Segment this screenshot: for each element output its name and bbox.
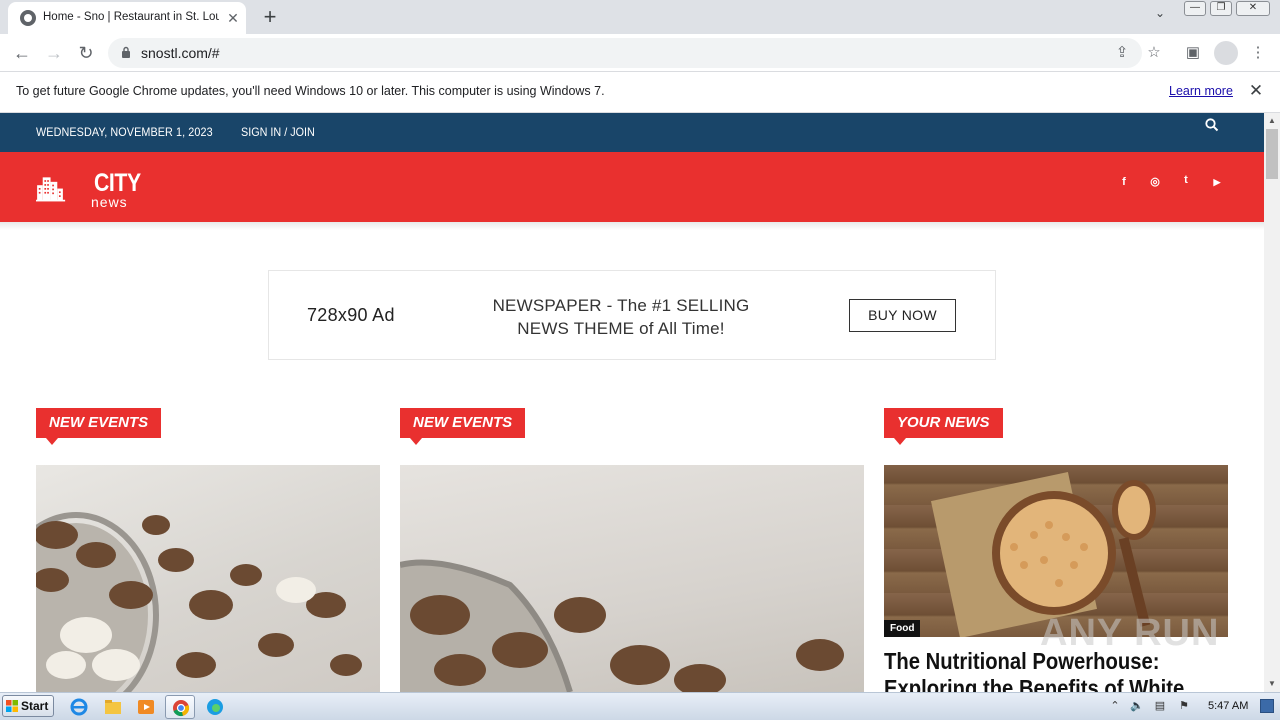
chrome-taskbar-button[interactable] [165,695,195,719]
volume-icon[interactable]: 🔈 [1130,699,1144,713]
ad-size-label: 728x90 Ad [307,305,395,325]
facebook-icon[interactable]: f [1116,174,1132,190]
taskbar-clock[interactable]: 5:47 AM [1208,700,1248,712]
buy-now-button[interactable]: BUY NOW [849,299,956,332]
browser-tab[interactable]: Home - Sno | Restaurant in St. Louis ✕ [8,2,246,34]
category-pointer [46,438,58,445]
category-label-new-events[interactable]: NEW EVENTS [36,408,162,438]
instagram-icon[interactable]: ◎ [1147,174,1163,190]
twitter-icon[interactable]: t [1178,172,1194,188]
sign-in-join-link[interactable]: SIGN IN / JOIN [241,125,315,139]
category-pointer [410,438,422,445]
network-icon[interactable]: ▤ [1153,699,1167,713]
infobar-message: To get future Google Chrome updates, you… [16,84,605,98]
chrome-icon [173,700,190,717]
scrollbar-thumb[interactable] [1266,129,1278,179]
header-shadow [0,222,1264,230]
search-icon[interactable] [1204,117,1220,133]
windows-logo-icon [6,700,18,712]
side-panel-icon[interactable]: ▣ [1182,42,1204,64]
logo-text-news[interactable]: news [91,194,128,210]
globe-icon [20,10,36,26]
forward-arrow-icon[interactable]: → [42,41,66,65]
city-buildings-logo-icon[interactable] [36,163,92,213]
scroll-up-icon[interactable]: ▲ [1264,113,1280,129]
learn-more-link[interactable]: Learn more [1169,84,1233,98]
category-badge-food[interactable]: Food [884,620,921,637]
edge-icon[interactable] [204,696,226,718]
logo-text-city[interactable]: CITY [94,169,141,197]
minimize-button[interactable]: — [1184,1,1206,16]
category-pointer [894,438,906,445]
tray-expand-icon[interactable]: ⌃ [1108,699,1122,713]
category-label-new-events[interactable]: NEW EVENTS [400,408,526,438]
mushrooms-article-image[interactable] [400,465,864,692]
tab-title: Home - Sno | Restaurant in St. Louis [43,11,219,23]
page-scrollbar[interactable] [1264,113,1280,692]
restore-button[interactable]: ❐ [1210,1,1232,16]
reload-icon[interactable]: ↻ [74,41,98,65]
ad-copy: NEWSPAPER - The #1 SELLING NEWS THEME of… [492,296,750,338]
youtube-icon[interactable]: ▶ [1209,174,1225,190]
category-label-your-news[interactable]: YOUR NEWS [884,408,1003,438]
lock-icon[interactable] [121,46,131,58]
media-player-icon[interactable] [135,696,157,718]
current-date: WEDNESDAY, NOVEMBER 1, 2023 [36,125,213,139]
menu-kebab-icon[interactable]: ⋮ [1247,42,1269,64]
tab-close-icon[interactable]: ✕ [225,9,241,27]
chevron-down-icon[interactable]: ⌄ [1150,6,1170,20]
bookmark-star-icon[interactable]: ☆ [1143,42,1165,64]
scroll-down-icon[interactable]: ▼ [1264,676,1280,692]
internet-explorer-icon[interactable] [68,696,90,718]
url-text[interactable]: snostl.com/# [141,45,220,61]
address-bar[interactable] [108,38,1142,68]
watermark-text: ANY RUN [1040,612,1220,654]
infobar-close-icon[interactable]: ✕ [1246,81,1266,101]
new-tab-button[interactable]: + [258,4,282,30]
file-explorer-icon[interactable] [102,696,124,718]
show-desktop-button[interactable] [1260,699,1274,713]
profile-avatar-icon[interactable] [1214,41,1238,65]
action-center-flag-icon[interactable]: ⚑ [1177,699,1191,713]
back-arrow-icon[interactable]: ← [10,41,34,65]
site-header [0,152,1264,222]
share-icon[interactable]: ⇪ [1111,42,1133,64]
mushrooms-article-image[interactable] [36,465,380,692]
close-window-button[interactable]: ✕ [1236,1,1270,16]
